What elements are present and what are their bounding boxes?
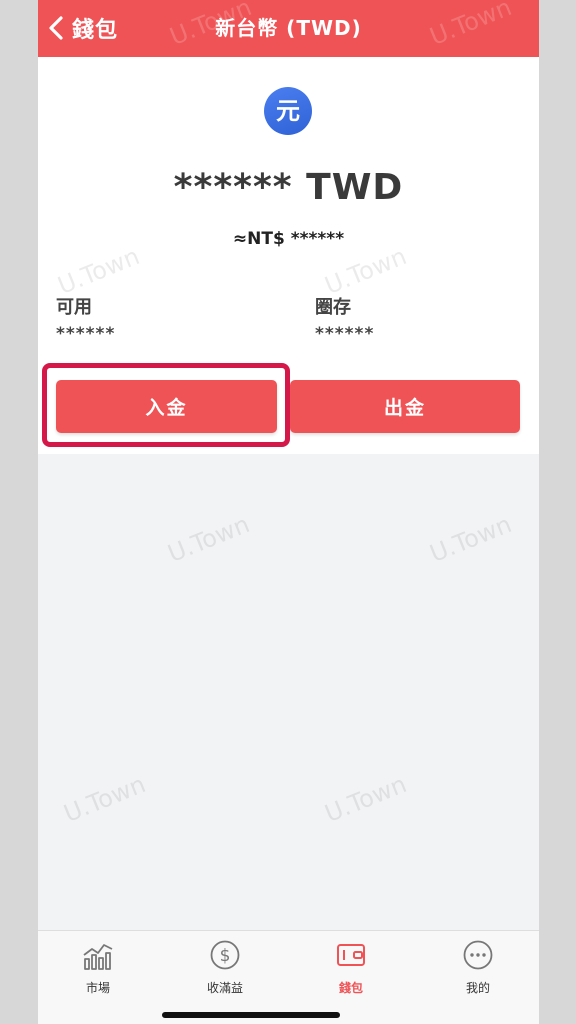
tab-wallet[interactable]: 錢包 bbox=[301, 939, 401, 1003]
frozen-value: ****** bbox=[315, 324, 375, 344]
tab-market[interactable]: 市場 bbox=[48, 939, 148, 1003]
tab-earnings[interactable]: $ 收滿益 bbox=[175, 939, 275, 1003]
balance-approx: ≈NT$ ****** bbox=[232, 229, 345, 249]
home-indicator bbox=[162, 1012, 340, 1018]
yuan-coin-icon: 元 bbox=[264, 87, 312, 135]
watermark: U.Town bbox=[320, 770, 411, 828]
page-title: 新台幣 (TWD) bbox=[215, 16, 362, 40]
withdraw-button[interactable]: 出金 bbox=[290, 380, 520, 433]
tab-label: 收滿益 bbox=[206, 981, 243, 995]
tab-profile[interactable]: 我的 bbox=[428, 939, 528, 1003]
market-chart-icon bbox=[83, 944, 113, 970]
available-value: ****** bbox=[56, 324, 116, 344]
tab-label: 我的 bbox=[465, 981, 490, 995]
tab-label: 錢包 bbox=[338, 981, 363, 995]
dollar-circle-icon: $ bbox=[210, 940, 240, 970]
frozen-label: 圈存 bbox=[315, 297, 351, 318]
tab-label: 市場 bbox=[85, 981, 110, 995]
navbar: 錢包 新台幣 (TWD) U.Town U.Town bbox=[38, 0, 539, 57]
balance-card: 元 ****** TWD ≈NT$ ****** 可用 ****** 圈存 **… bbox=[38, 57, 539, 454]
more-circle-icon bbox=[463, 940, 493, 970]
watermark: U.Town bbox=[320, 242, 411, 300]
watermark: U.Town bbox=[425, 510, 516, 568]
watermark: U.Town bbox=[163, 510, 254, 568]
watermark: U.Town bbox=[53, 242, 144, 300]
tab-bar: 市場 $ 收滿益 錢包 我的 bbox=[38, 930, 539, 1024]
balance-amount: ****** TWD bbox=[173, 167, 404, 208]
svg-text:$: $ bbox=[220, 946, 231, 966]
highlight-annotation bbox=[42, 363, 290, 447]
phone-screen: 錢包 新台幣 (TWD) U.Town U.Town 元 ****** TWD … bbox=[38, 0, 539, 1024]
available-label: 可用 bbox=[56, 297, 92, 318]
wallet-icon bbox=[337, 944, 365, 966]
watermark: U.Town bbox=[59, 770, 150, 828]
